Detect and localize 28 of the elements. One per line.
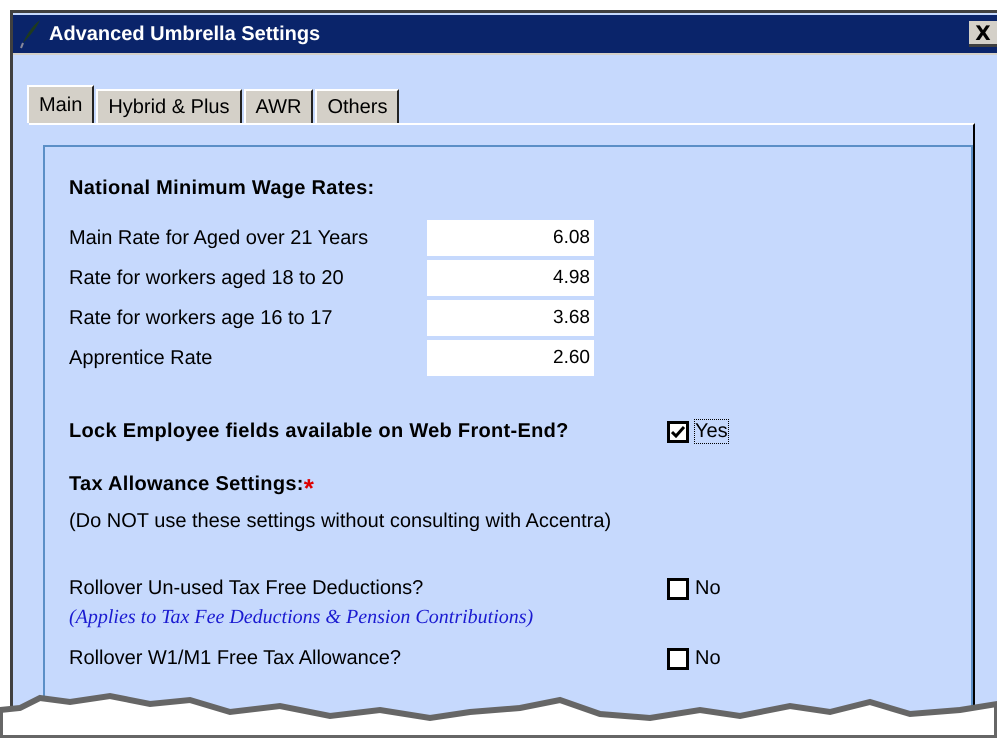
field-label: Rate for workers age 16 to 17 [69,306,334,330]
note-text: (Applies to Tax Fee Deductions & Pension Contributions) [69,606,534,629]
close-button[interactable]: X [969,21,997,47]
warning-text: (Do NOT use these settings without consulting with Accentra) [69,510,612,533]
option-label: Rollover W1/M1 Free Tax Allowance? [69,647,402,670]
field-label: Rate for workers aged 18 to 20 [69,266,345,290]
tab[interactable]: Main [27,85,94,123]
tab[interactable]: AWR [244,89,314,123]
option-text: No [695,577,721,600]
field-label: Apprentice Rate [69,346,214,370]
checkbox[interactable] [667,578,689,600]
tab[interactable]: Others [315,89,400,123]
field-label: Main Rate for Aged over 21 Years [69,226,370,250]
section-heading: National Minimum Wage Rates: [69,177,376,200]
option-text: No [695,647,721,670]
tab[interactable]: Hybrid & Plus [96,89,242,123]
check-icon [671,426,685,438]
window-title: Advanced Umbrella Settings [49,22,322,46]
option-label: Rollover Un-used Tax Free Deductions? [69,577,424,600]
checkbox[interactable] [667,648,689,670]
rate-field[interactable]: 3.68 [427,300,594,336]
rate-field[interactable]: 6.08 [427,220,594,256]
feather-icon [19,19,41,49]
checkbox[interactable] [667,420,689,442]
option-text: Yes [695,420,728,443]
option-label: Lock Employee fields available on Web Front-End? [69,420,570,443]
rate-field[interactable]: 4.98 [427,260,594,296]
rate-field[interactable]: 2.60 [427,340,594,376]
